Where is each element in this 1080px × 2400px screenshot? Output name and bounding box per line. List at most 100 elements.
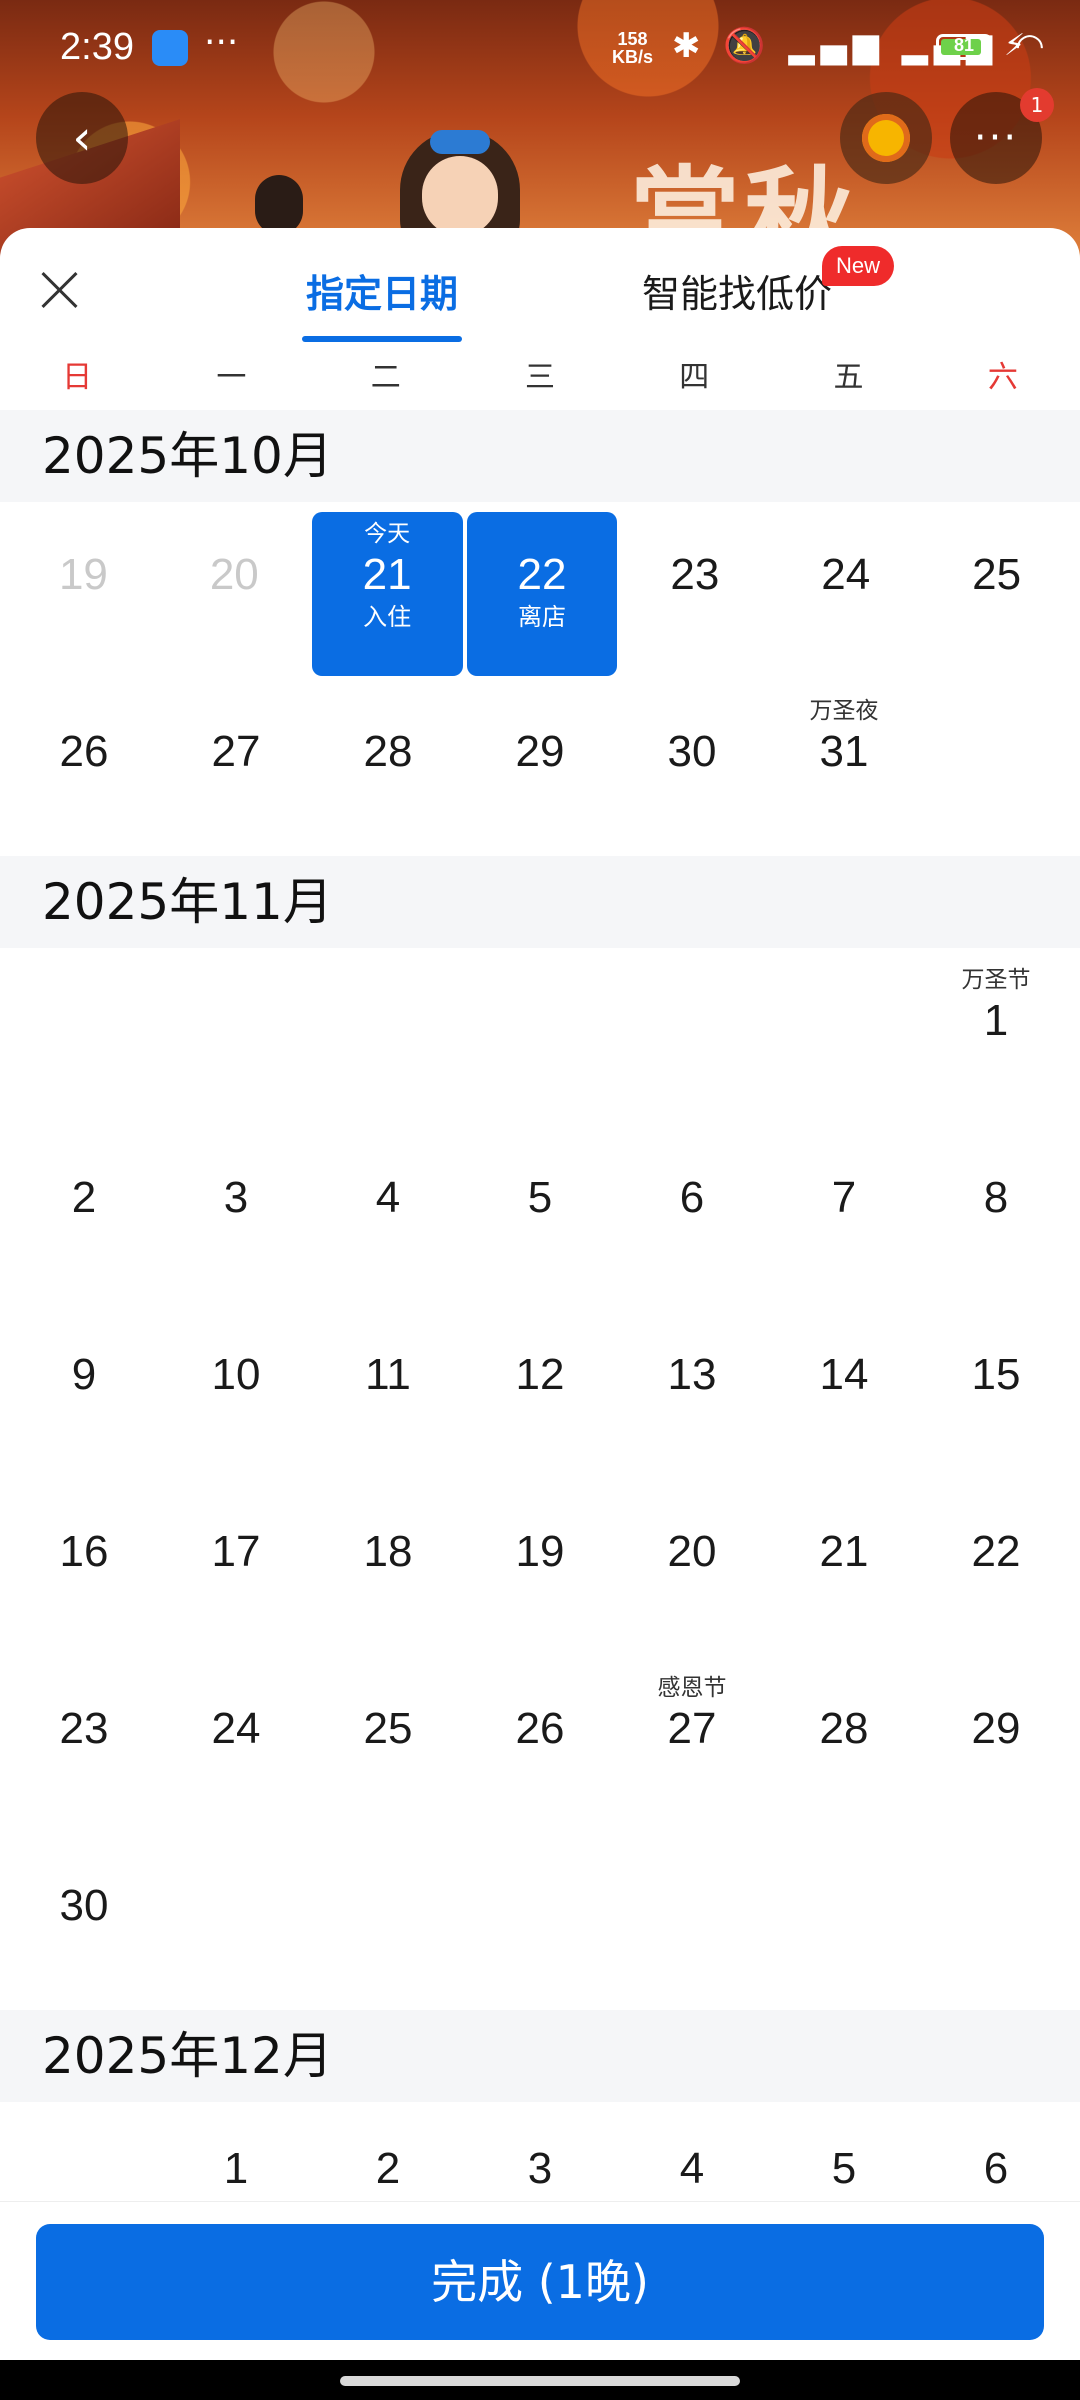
day-cell[interactable]: 23 — [8, 1656, 160, 1833]
day-cell[interactable]: 24 — [160, 1656, 312, 1833]
day-number: 21 — [362, 550, 412, 599]
day-cell[interactable]: 27 — [160, 679, 312, 856]
check-out-day[interactable]: 22 离店 — [466, 512, 618, 676]
day-cell[interactable]: 28 — [312, 679, 464, 856]
mascot-button[interactable] — [840, 92, 932, 184]
day-cell[interactable]: 25 — [921, 502, 1072, 679]
day-number: 20 — [667, 1527, 717, 1576]
day-cell[interactable]: 25 — [312, 1656, 464, 1833]
day-cell[interactable]: 8 — [920, 1125, 1072, 1302]
day-number: 26 — [59, 727, 109, 776]
day-cell[interactable]: 4 — [312, 1125, 464, 1302]
day-cell[interactable]: 30 — [616, 679, 768, 856]
more-dots-icon: ··· — [973, 115, 1019, 161]
day-cell[interactable]: 19 — [464, 1479, 616, 1656]
day-cell[interactable]: 23 — [619, 502, 770, 679]
today-label: 今天 — [364, 521, 411, 547]
home-gesture-handle[interactable] — [340, 2376, 740, 2386]
day-cell[interactable]: 感恩节 27 — [616, 1656, 768, 1833]
day-number: 4 — [375, 1173, 401, 1222]
weekday-mon: 一 — [216, 360, 247, 395]
day-cell[interactable]: 12 — [464, 1302, 616, 1479]
day-number: 23 — [670, 550, 720, 599]
week-row: 19 20 今天 21 入住 22 离店 23 24 25 — [0, 502, 1080, 679]
day-number: 24 — [821, 550, 871, 599]
check-in-day[interactable]: 今天 21 入住 — [311, 512, 463, 676]
check-out-label: 离店 — [518, 603, 566, 631]
day-number: 12 — [515, 1350, 565, 1399]
day-cell[interactable]: 5 — [464, 1125, 616, 1302]
week-row: 万圣节 1 — [0, 948, 1080, 1125]
day-cell[interactable]: 21 — [768, 1479, 920, 1656]
day-number: 28 — [363, 727, 413, 776]
day-cell[interactable]: 6 — [616, 1125, 768, 1302]
day-cell[interactable]: 1 — [160, 2102, 312, 2202]
day-number: 25 — [363, 1704, 413, 1753]
day-cell[interactable]: 14 — [768, 1302, 920, 1479]
holiday-label: 感恩节 — [657, 1675, 727, 1701]
calendar-scroll[interactable]: 2025年10月 19 20 今天 21 入住 22 离店 23 24 25 2… — [0, 410, 1080, 2202]
day-cell[interactable]: 2 — [312, 2102, 464, 2202]
day-number: 1 — [983, 996, 1009, 1045]
tab-specified-date-label: 指定日期 — [305, 272, 458, 316]
day-cell[interactable]: 万圣节 1 — [920, 948, 1072, 1125]
weekday-sat: 六 — [987, 360, 1018, 395]
empty-cell — [160, 1833, 312, 2010]
day-cell[interactable]: 15 — [920, 1302, 1072, 1479]
back-arrow-icon: ‹ — [72, 110, 92, 166]
day-cell[interactable]: 11 — [312, 1302, 464, 1479]
day-number: 22 — [517, 550, 567, 599]
empty-cell — [8, 2102, 160, 2202]
day-cell[interactable]: 28 — [768, 1656, 920, 1833]
day-cell[interactable]: 18 — [312, 1479, 464, 1656]
day-number: 19 — [58, 550, 108, 599]
day-cell[interactable]: 30 — [8, 1833, 160, 2010]
day-number: 2 — [71, 1173, 97, 1222]
day-cell[interactable]: 29 — [920, 1656, 1072, 1833]
day-cell[interactable]: 17 — [160, 1479, 312, 1656]
day-number: 5 — [527, 1173, 553, 1222]
day-number: 27 — [667, 1704, 717, 1753]
day-cell[interactable]: 22 — [920, 1479, 1072, 1656]
bow-decoration — [430, 130, 490, 154]
day-number: 29 — [515, 727, 565, 776]
day-number: 25 — [972, 550, 1022, 599]
status-time: 2:39 — [60, 26, 134, 68]
day-cell[interactable]: 6 — [920, 2102, 1072, 2202]
day-cell[interactable]: 3 — [160, 1125, 312, 1302]
day-cell[interactable]: 10 — [160, 1302, 312, 1479]
day-cell[interactable]: 3 — [464, 2102, 616, 2202]
day-number: 11 — [365, 1350, 411, 1399]
day-cell[interactable]: 7 — [768, 1125, 920, 1302]
battery-level: 81 — [953, 35, 975, 55]
day-number: 4 — [679, 2144, 705, 2193]
day-number: 8 — [983, 1173, 1009, 1222]
day-cell[interactable]: 16 — [8, 1479, 160, 1656]
day-cell[interactable]: 20 — [616, 1479, 768, 1656]
cloud-app-icon — [152, 30, 188, 66]
week-row: 26 27 28 29 30 万圣夜 31 — [0, 679, 1080, 856]
day-number: 27 — [211, 727, 261, 776]
network-speed-value: 158 — [617, 29, 648, 49]
day-number: 15 — [971, 1350, 1021, 1399]
tab-specified-date[interactable]: 指定日期 — [302, 264, 462, 342]
done-button[interactable]: 完成 (1晚) — [36, 2224, 1044, 2340]
day-cell[interactable]: 2 — [8, 1125, 160, 1302]
weekday-fri: 五 — [833, 360, 864, 395]
system-nav-bar — [0, 2360, 1080, 2400]
empty-cell — [8, 948, 160, 1125]
day-cell[interactable]: 9 — [8, 1302, 160, 1479]
day-number: 18 — [363, 1527, 413, 1576]
day-cell[interactable]: 26 — [8, 679, 160, 856]
day-cell[interactable]: 26 — [464, 1656, 616, 1833]
week-row: 9 10 11 12 13 14 15 — [0, 1302, 1080, 1479]
day-cell[interactable]: 29 — [464, 679, 616, 856]
back-button[interactable]: ‹ — [36, 92, 128, 184]
day-cell[interactable]: 13 — [616, 1302, 768, 1479]
day-cell[interactable]: 5 — [768, 2102, 920, 2202]
close-icon[interactable] — [34, 264, 86, 316]
day-cell[interactable]: 万圣夜 31 — [768, 679, 920, 856]
day-cell[interactable]: 4 — [616, 2102, 768, 2202]
day-cell[interactable]: 24 — [770, 502, 921, 679]
day-number: 30 — [667, 727, 717, 776]
